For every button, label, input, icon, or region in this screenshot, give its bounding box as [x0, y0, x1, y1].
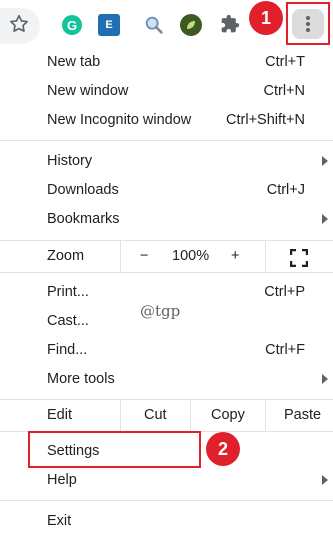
menu-item-label: Print...: [47, 284, 89, 300]
submenu-arrow-icon: [322, 374, 328, 384]
edit-label: Edit: [47, 407, 72, 423]
step-badge-2: 2: [206, 432, 240, 466]
menu-item-help[interactable]: Help: [0, 467, 333, 495]
edit-divider: [120, 400, 121, 431]
star-icon[interactable]: [8, 13, 30, 35]
menu-item-label: New tab: [47, 54, 101, 70]
menu-row-zoom: Zoom: [0, 243, 333, 271]
menu-item-label: Bookmarks: [47, 211, 120, 227]
menu-item-label: Exit: [47, 513, 72, 529]
menu-button-highlight: [286, 2, 330, 45]
submenu-arrow-icon: [322, 214, 328, 224]
menu-item-label: More tools: [47, 371, 115, 387]
menu-item-new-incognito[interactable]: New Incognito window Ctrl+Shift+N: [0, 107, 333, 135]
menu-item-exit[interactable]: Exit: [0, 508, 333, 536]
copy-button[interactable]: Copy: [211, 407, 245, 423]
menu-item-find[interactable]: Find... Ctrl+F: [0, 337, 333, 365]
menu-item-shortcut: Ctrl+P: [264, 284, 305, 300]
search-icon[interactable]: [142, 13, 166, 37]
menu-item-label: Cast...: [47, 313, 89, 329]
menu-item-downloads[interactable]: Downloads Ctrl+J: [0, 177, 333, 205]
menu-item-shortcut: Ctrl+N: [263, 83, 306, 99]
menu-item-shortcut: Ctrl+Shift+N: [226, 112, 305, 128]
edit-divider: [265, 400, 266, 431]
menu-item-new-window[interactable]: New window Ctrl+N: [0, 78, 333, 106]
step-badge-1: 1: [249, 1, 283, 35]
menu-item-label: New Incognito window: [47, 112, 192, 128]
watermark: @tgp: [140, 302, 181, 320]
menu-item-more-tools[interactable]: More tools: [0, 366, 333, 394]
menu-divider: [0, 272, 333, 273]
menu-item-label: New window: [47, 83, 129, 99]
cut-button[interactable]: Cut: [144, 407, 167, 423]
edit-divider: [190, 400, 191, 431]
leaf-icon[interactable]: [180, 14, 202, 36]
menu-item-shortcut: Ctrl+T: [265, 54, 305, 70]
browser-toolbar: G E: [0, 0, 333, 50]
zoom-divider: [265, 241, 266, 272]
zoom-out-button[interactable]: −: [140, 248, 148, 264]
dictionary-icon[interactable]: E: [98, 14, 120, 36]
zoom-in-button[interactable]: +: [231, 248, 239, 264]
settings-highlight: [28, 431, 201, 468]
zoom-label: Zoom: [47, 248, 85, 264]
menu-item-label: History: [47, 153, 93, 169]
submenu-arrow-icon: [322, 475, 328, 485]
menu-item-bookmarks[interactable]: Bookmarks: [0, 206, 333, 234]
menu-divider: [0, 399, 333, 400]
fullscreen-icon[interactable]: [289, 248, 309, 268]
paste-button[interactable]: Paste: [284, 407, 321, 423]
grammarly-icon[interactable]: G: [62, 15, 82, 35]
menu-item-label: Downloads: [47, 182, 119, 198]
menu-item-history[interactable]: History: [0, 148, 333, 176]
submenu-arrow-icon: [322, 156, 328, 166]
menu-item-label: Help: [47, 472, 77, 488]
menu-item-shortcut: Ctrl+J: [266, 182, 305, 198]
menu-item-label: Find...: [47, 342, 88, 358]
menu-item-shortcut: Ctrl+F: [265, 342, 305, 358]
menu-divider: [0, 140, 333, 141]
menu-divider: [0, 500, 333, 501]
menu-divider: [0, 240, 333, 241]
zoom-divider: [120, 241, 121, 272]
menu-item-new-tab[interactable]: New tab Ctrl+T: [0, 49, 333, 77]
extensions-icon[interactable]: [219, 13, 241, 35]
zoom-level: 100%: [172, 248, 210, 264]
